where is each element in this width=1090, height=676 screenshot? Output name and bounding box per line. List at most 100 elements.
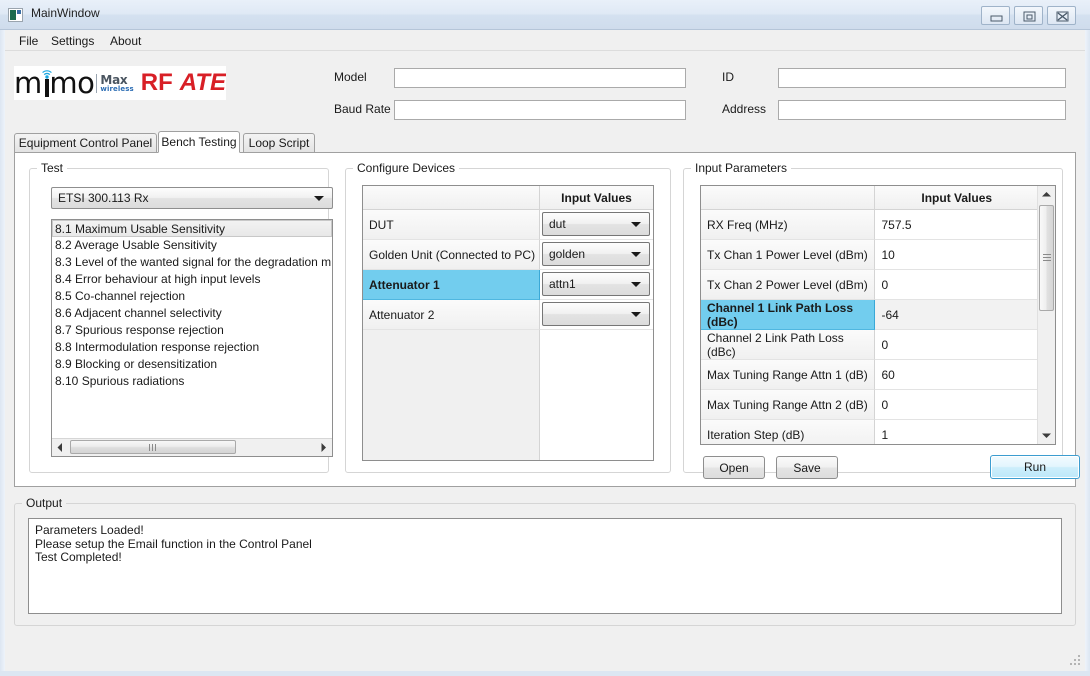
device-value-cell[interactable]: attn1 [540,270,653,300]
device-value-cell[interactable]: golden [540,240,653,270]
logo-wireless-text: wireless [100,84,134,93]
param-label-channel-2-link-path-loss: Channel 2 Link Path Loss (dBc) [701,330,876,360]
logo-mimo-mo: mo [49,66,95,100]
table-row[interactable]: RX Freq (MHz) 757.5 [701,210,1038,240]
device-value-cell[interactable]: dut [540,210,653,240]
open-button[interactable]: Open [703,456,765,479]
test-group: Test ETSI 300.113 Rx 8.1 Maximum Usable … [29,161,333,473]
run-button[interactable]: Run [990,455,1080,479]
tab-bench-testing[interactable]: Bench Testing [158,131,240,153]
table-row[interactable]: Max Tuning Range Attn 2 (dB) 0 [701,390,1038,420]
close-button[interactable] [1047,6,1076,25]
logo-rf-text: RF [140,69,173,96]
input-parameters-grid[interactable]: Input Values RX Freq (MHz) 757.5 Tx Chan… [700,185,1056,445]
chevron-down-icon [631,282,641,287]
param-label-max-tuning-range-attn-1: Max Tuning Range Attn 1 (dB) [701,360,876,390]
param-value-channel-1-link-path-loss[interactable]: -64 [875,300,1038,330]
golden-unit-dropdown[interactable]: golden [542,242,650,266]
list-item[interactable]: 8.9 Blocking or desensitization [52,356,332,373]
table-row[interactable]: Tx Chan 1 Power Level (dBm) 10 [701,240,1038,270]
device-label-golden-unit: Golden Unit (Connected to PC) [363,240,540,270]
golden-unit-value: golden [549,247,586,261]
list-item[interactable]: 8.1 Maximum Usable Sensitivity [52,220,332,237]
table-row[interactable]: Channel 1 Link Path Loss (dBc) -64 [701,300,1038,330]
test-list-horizontal-scrollbar[interactable] [52,438,332,456]
logo-wifi-i-icon [41,68,52,98]
menu-item-settings[interactable]: Settings [45,33,100,49]
list-item[interactable]: 8.5 Co-channel rejection [52,288,332,305]
list-item[interactable]: 8.2 Average Usable Sensitivity [52,237,332,254]
horizontal-scroll-thumb[interactable] [70,440,236,454]
title-bar[interactable]: MainWindow [0,0,1090,30]
list-item[interactable]: 8.4 Error behaviour at high input levels [52,271,332,288]
device-label-attenuator-1: Attenuator 1 [363,270,540,300]
grid-header-row: Input Values [701,186,1038,210]
vertical-scroll-thumb[interactable] [1039,205,1054,311]
list-item[interactable]: 8.10 Spurious radiations [52,373,332,390]
test-list[interactable]: 8.1 Maximum Usable Sensitivity 8.2 Avera… [51,219,333,457]
test-standard-dropdown[interactable]: ETSI 300.113 Rx [51,187,333,209]
save-button[interactable]: Save [776,456,838,479]
scroll-grip-icon [149,444,157,451]
tab-loop-script[interactable]: Loop Script [243,133,315,153]
column-header-input-values: Input Values [540,186,653,209]
minimize-button[interactable] [981,6,1010,25]
close-icon [1056,11,1069,22]
scroll-down-button[interactable] [1038,427,1055,444]
device-value-cell[interactable] [540,300,653,330]
scroll-left-button[interactable] [52,439,69,455]
address-field[interactable] [778,100,1066,120]
test-standard-value: ETSI 300.113 Rx [58,191,149,205]
tab-equipment-control-panel[interactable]: Equipment Control Panel [14,133,157,153]
attenuator-2-dropdown[interactable] [542,302,650,326]
maximize-button[interactable] [1014,6,1043,25]
param-value-max-tuning-range-attn-2[interactable]: 0 [875,390,1038,420]
logo-ate-text: ATE [179,69,226,96]
address-label: Address [722,102,767,116]
scroll-right-button[interactable] [315,439,332,455]
menu-item-about[interactable]: About [104,33,147,49]
triangle-left-icon [57,442,62,452]
window-edge-right [1085,0,1090,676]
param-value-rx-freq[interactable]: 757.5 [875,210,1038,240]
device-label-dut: DUT [363,210,540,240]
logo-max-text: Max [100,72,128,87]
param-value-tx-chan-1-power[interactable]: 10 [875,240,1038,270]
window-edge-left [0,0,5,676]
table-row[interactable]: Iteration Step (dB) 1 [701,420,1038,444]
maximize-icon [1023,11,1036,22]
param-label-max-tuning-range-attn-2: Max Tuning Range Attn 2 (dB) [701,390,876,420]
table-row[interactable]: Max Tuning Range Attn 1 (dB) 60 [701,360,1038,390]
list-item[interactable]: 8.8 Intermodulation response rejection [52,339,332,356]
model-field[interactable] [394,68,686,88]
table-row[interactable]: Tx Chan 2 Power Level (dBm) 0 [701,270,1038,300]
param-value-channel-2-link-path-loss[interactable]: 0 [875,330,1038,360]
attenuator-1-dropdown[interactable]: attn1 [542,272,650,296]
param-value-tx-chan-2-power[interactable]: 0 [875,270,1038,300]
output-log[interactable]: Parameters Loaded! Please setup the Emai… [28,518,1062,614]
attenuator-1-value: attn1 [549,277,576,291]
list-item[interactable]: 8.6 Adjacent channel selectivity [52,305,332,322]
table-row[interactable]: Channel 2 Link Path Loss (dBc) 0 [701,330,1038,360]
dut-dropdown[interactable]: dut [542,212,650,236]
baud-rate-field[interactable] [394,100,686,120]
input-parameters-vertical-scrollbar[interactable] [1037,186,1055,444]
table-row[interactable]: Attenuator 2 [363,300,653,330]
scroll-up-button[interactable] [1038,186,1055,203]
id-label: ID [722,70,734,84]
table-row[interactable]: Golden Unit (Connected to PC) golden [363,240,653,270]
resize-grip[interactable] [1070,655,1082,667]
configure-devices-grid[interactable]: Input Values DUT dut Golden Unit (Connec… [362,185,654,461]
menu-item-file[interactable]: File [13,33,44,49]
app-icon [8,8,23,22]
list-item[interactable]: 8.3 Level of the wanted signal for the d… [52,254,332,271]
output-line: Parameters Loaded! [35,523,144,537]
table-row[interactable]: Attenuator 1 attn1 [363,270,653,300]
id-field[interactable] [778,68,1066,88]
param-value-iteration-step[interactable]: 1 [875,420,1038,444]
param-value-max-tuning-range-attn-1[interactable]: 60 [875,360,1038,390]
list-item[interactable]: 8.7 Spurious response rejection [52,322,332,339]
window-edge-bottom [0,671,1090,676]
column-header-device [363,186,540,209]
table-row[interactable]: DUT dut [363,210,653,240]
